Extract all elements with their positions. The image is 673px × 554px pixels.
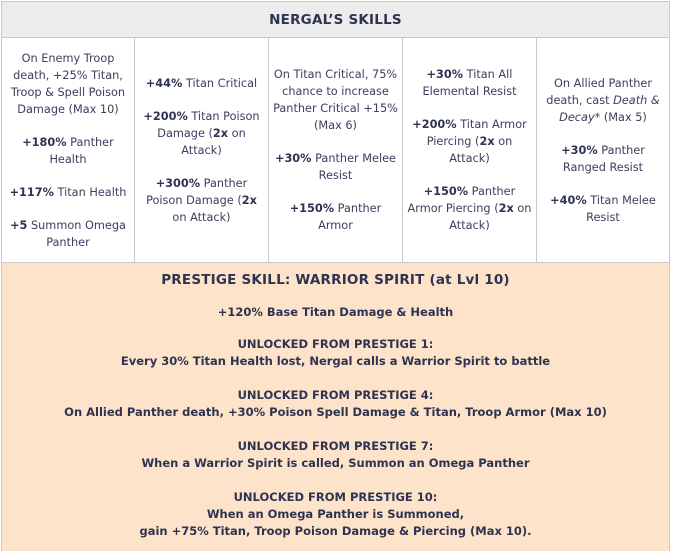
skill-entry: +180% Panther Health [5, 134, 131, 168]
prestige-title: PRESTIGE SKILL: WARRIOR SPIRIT (at Lvl 1… [161, 272, 510, 288]
skill-value: +30% [426, 68, 464, 81]
skill-value: +200% [143, 109, 188, 123]
skill-column-2: +44% Titan Critical +200% Titan Poison Da… [135, 38, 269, 262]
skill-column-5: On Allied Panther death, cast Death & De… [537, 38, 669, 262]
skill-text: (Max 5) [600, 110, 647, 124]
skill-entry: +150% Panther Armor [272, 200, 399, 234]
prestige-unlock-text: gain +75% Titan, Troop Poison Damage & P… [139, 524, 532, 538]
prestige-unlock-text: When an Omega Panther is Summoned, [206, 507, 465, 521]
skill-text: Titan Critical [182, 76, 258, 90]
skill-entry: +5 Summon Omega Panther [5, 217, 131, 251]
skill-value: 2x [241, 193, 257, 207]
prestige-base-bonus: +120% Base Titan Damage & Health [217, 305, 454, 319]
skill-value: +30% [561, 143, 598, 157]
skills-title: NERGAL’S SKILLS [2, 2, 669, 38]
skill-text: Titan Health [53, 185, 127, 199]
skill-text: On Enemy Troop death, +25% Titan, Troop … [10, 51, 126, 116]
skill-entry: +30% Panther Ranged Resist [540, 142, 666, 176]
prestige-section: PRESTIGE SKILL: WARRIOR SPIRIT (at Lvl 1… [2, 263, 669, 551]
prestige-unlock-7: UNLOCKED FROM PRESTIGE 7: When a Warrior… [141, 438, 529, 472]
skill-value: +200% [412, 118, 457, 131]
prestige-unlock-text: Every 30% Titan Health lost, Nergal call… [120, 354, 551, 368]
skills-card: NERGAL’S SKILLS On Enemy Troop death, +2… [1, 1, 670, 551]
skill-column-4: +30% Titan All Elemental Resist +200% Tit… [403, 38, 537, 262]
skill-entry: +150% Panther Armor Piercing (2x on Atta… [406, 183, 533, 234]
prestige-unlock-heading: UNLOCKED FROM PRESTIGE 10: [233, 490, 438, 504]
skill-value: 2x [498, 202, 514, 215]
prestige-unlock-1: UNLOCKED FROM PRESTIGE 1: Every 30% Tita… [121, 336, 550, 370]
skill-text: Summon Omega Panther [27, 218, 126, 249]
skills-grid: On Enemy Troop death, +25% Titan, Troop … [2, 38, 669, 263]
skill-text: on Attack) [172, 210, 231, 224]
prestige-unlock-4: UNLOCKED FROM PRESTIGE 4: On Allied Pant… [64, 387, 607, 421]
skill-value: 2x [479, 135, 495, 148]
skill-value: +300% [155, 176, 201, 190]
skill-entry: +200% Titan Armor Piercing (2x on Attack… [406, 116, 533, 167]
prestige-unlock-heading: UNLOCKED FROM PRESTIGE 7: [237, 439, 434, 453]
skill-value: +40% [550, 193, 587, 207]
skill-entry: On Titan Critical, 75% chance to increas… [272, 66, 399, 134]
skill-column-1: On Enemy Troop death, +25% Titan, Troop … [2, 38, 135, 262]
skill-entry: +200% Titan Poison Damage (2x on Attack) [138, 108, 265, 159]
skill-entry: On Enemy Troop death, +25% Titan, Troop … [5, 50, 131, 118]
skill-text: Panther Melee Resist [311, 152, 396, 182]
skill-entry: +44% Titan Critical [146, 75, 257, 92]
skill-value: +150% [289, 202, 335, 215]
skill-text: On Titan Critical, 75% chance to increas… [273, 68, 398, 132]
skill-value: 2x [212, 126, 229, 140]
skill-value: +180% [22, 135, 67, 149]
prestige-unlock-heading: UNLOCKED FROM PRESTIGE 1: [237, 337, 434, 351]
skill-value: +117% [9, 185, 54, 199]
skill-entry: On Allied Panther death, cast Death & De… [540, 75, 666, 126]
skill-entry: +300% Panther Poison Damage (2x on Attac… [138, 175, 265, 226]
skill-value: +5 [10, 218, 28, 232]
prestige-unlock-10: UNLOCKED FROM PRESTIGE 10: When an Omega… [139, 489, 531, 540]
skill-value: +150% [423, 185, 469, 198]
skill-column-3: On Titan Critical, 75% chance to increas… [269, 38, 403, 262]
skill-entry: +117% Titan Health [10, 184, 127, 201]
skill-entry: +30% Titan All Elemental Resist [406, 66, 533, 100]
prestige-unlock-text: On Allied Panther death, +30% Poison Spe… [64, 405, 607, 419]
skill-entry: +40% Titan Melee Resist [540, 192, 666, 226]
skill-text: Titan Melee Resist [586, 193, 656, 224]
skill-value: +30% [274, 152, 312, 165]
prestige-unlock-heading: UNLOCKED FROM PRESTIGE 4: [237, 388, 434, 402]
skill-entry: +30% Panther Melee Resist [272, 150, 399, 184]
prestige-unlock-text: When a Warrior Spirit is called, Summon … [141, 456, 530, 470]
skill-value: +44% [145, 76, 183, 90]
